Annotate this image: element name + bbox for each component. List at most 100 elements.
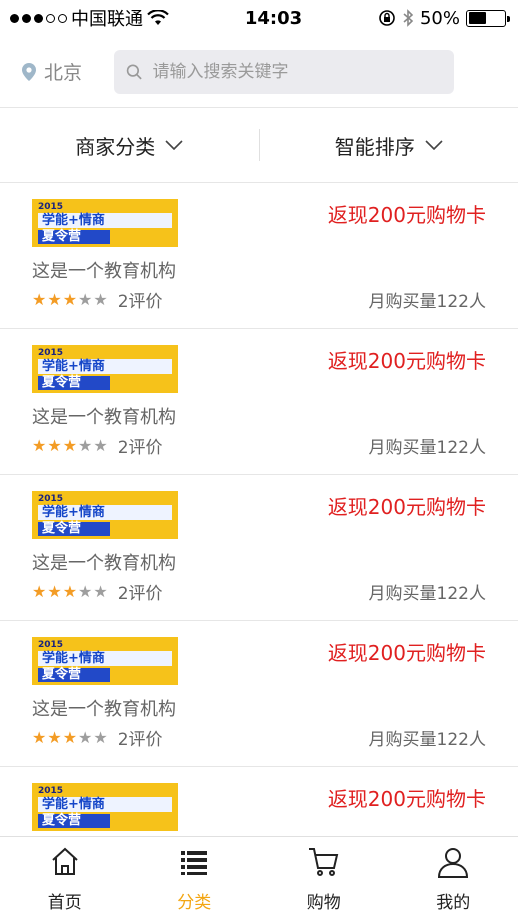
category-filter-label: 商家分类: [75, 134, 156, 159]
merchant-description: 这是一个教育机构: [32, 553, 176, 574]
star-icon: ★: [47, 436, 62, 455]
star-rating: ★ ★ ★ ★ ★: [32, 290, 108, 309]
battery-icon: [466, 9, 510, 27]
star-icon: ★: [93, 728, 108, 747]
monthly-sales: 月购买量122人: [368, 584, 486, 604]
city-selector[interactable]: 北京: [22, 58, 114, 85]
status-bar: 中国联通 14:03 50%: [0, 0, 518, 36]
sort-filter-label: 智能排序: [334, 134, 415, 159]
thumbnail-caption-bottom: 夏令营: [38, 814, 110, 828]
chevron-down-icon: [165, 140, 183, 150]
merchant-thumbnail: 2015 学能+情商 夏令营: [32, 783, 178, 831]
star-icon: ★: [93, 436, 108, 455]
filter-bar: 商家分类 智能排序: [0, 108, 518, 183]
review-count: 2评价: [117, 584, 163, 604]
list-item[interactable]: 2015 学能+情商 夏令营 返现200元购物卡: [0, 767, 518, 836]
monthly-sales: 月购买量122人: [368, 438, 486, 458]
thumbnail-caption-middle: 学能+情商: [38, 797, 172, 812]
merchant-list: 2015 学能+情商 夏令营 返现200元购物卡 这是一个教育机构 ★ ★ ★ ★ ★ …: [0, 183, 518, 836]
signal-dot: [46, 13, 55, 23]
star-icon: ★: [78, 582, 93, 601]
tab-list[interactable]: 分类: [130, 837, 260, 920]
thumbnail-caption-bottom: 夏令营: [38, 668, 110, 682]
review-count: 2评价: [117, 730, 163, 750]
tab-home[interactable]: 首页: [0, 837, 130, 920]
tab-label: 购物: [306, 892, 341, 913]
category-filter-button[interactable]: 商家分类: [0, 131, 259, 160]
wifi-icon: [147, 10, 169, 25]
city-label: 北京: [44, 62, 83, 84]
list-item[interactable]: 2015 学能+情商 夏令营 返现200元购物卡 这是一个教育机构 ★ ★ ★ ★ ★ …: [0, 329, 518, 475]
star-icon: ★: [78, 728, 93, 747]
star-icon: ★: [32, 290, 47, 309]
thumbnail-caption-bottom: 夏令营: [38, 230, 110, 244]
thumbnail-caption-middle: 学能+情商: [38, 359, 172, 374]
tab-label: 我的: [436, 892, 471, 913]
tab-user[interactable]: 我的: [389, 837, 518, 920]
merchant-thumbnail: 2015 学能+情商 夏令营: [32, 491, 178, 539]
signal-icon: [10, 13, 67, 23]
star-icon: ★: [93, 290, 108, 309]
app-screen: 中国联通 14:03 50% 北京 请输入搜索关键字 商家分类 智能排序 201…: [0, 0, 518, 920]
rating-row: ★ ★ ★ ★ ★ 2评价: [32, 433, 163, 458]
signal-dot: [10, 13, 19, 23]
rating-row: ★ ★ ★ ★ ★ 2评价: [32, 579, 163, 604]
star-icon: ★: [47, 728, 62, 747]
promo-text: 返现200元购物卡: [327, 203, 486, 227]
review-count: 2评价: [117, 438, 163, 458]
merchant-description: 这是一个教育机构: [32, 261, 176, 282]
star-icon: ★: [62, 290, 78, 309]
star-icon: ★: [32, 728, 47, 747]
star-icon: ★: [47, 582, 62, 601]
monthly-sales: 月购买量122人: [368, 292, 486, 312]
location-pin-icon: [22, 62, 36, 81]
promo-text: 返现200元购物卡: [327, 641, 486, 665]
thumbnail-caption-bottom: 夏令营: [38, 376, 110, 390]
list-icon: [177, 845, 211, 884]
chevron-down-icon: [425, 140, 443, 150]
star-icon: ★: [78, 436, 93, 455]
signal-dot: [58, 13, 67, 23]
status-right: 50%: [378, 8, 510, 29]
search-icon: [126, 63, 142, 79]
tab-label: 首页: [47, 892, 82, 913]
review-count: 2评价: [117, 292, 163, 312]
star-icon: ★: [62, 436, 78, 455]
tab-cart[interactable]: 购物: [259, 837, 389, 920]
star-rating: ★ ★ ★ ★ ★: [32, 582, 108, 601]
promo-text: 返现200元购物卡: [327, 787, 486, 811]
merchant-thumbnail: 2015 学能+情商 夏令营: [32, 345, 178, 393]
search-input[interactable]: [152, 61, 442, 82]
star-icon: ★: [47, 290, 62, 309]
star-rating: ★ ★ ★ ★ ★: [32, 728, 108, 747]
star-icon: ★: [62, 728, 78, 747]
user-icon: [436, 845, 470, 884]
merchant-description: 这是一个教育机构: [32, 699, 176, 720]
star-icon: ★: [32, 436, 47, 455]
thumbnail-caption-middle: 学能+情商: [38, 213, 172, 228]
tab-label: 分类: [177, 892, 212, 913]
star-icon: ★: [78, 290, 93, 309]
battery-level: [468, 12, 486, 24]
star-icon: ★: [93, 582, 108, 601]
thumbnail-caption-middle: 学能+情商: [38, 505, 172, 520]
rating-row: ★ ★ ★ ★ ★ 2评价: [32, 287, 163, 312]
list-item[interactable]: 2015 学能+情商 夏令营 返现200元购物卡 这是一个教育机构 ★ ★ ★ ★ ★ …: [0, 621, 518, 767]
bluetooth-icon: [403, 9, 414, 27]
carrier-name: 中国联通: [71, 9, 143, 30]
home-icon: [48, 845, 82, 884]
cart-icon: [307, 845, 341, 884]
search-box[interactable]: [114, 49, 454, 94]
list-item[interactable]: 2015 学能+情商 夏令营 返现200元购物卡 这是一个教育机构 ★ ★ ★ ★ ★ …: [0, 475, 518, 621]
star-icon: ★: [32, 582, 47, 601]
thumbnail-caption-middle: 学能+情商: [38, 651, 172, 666]
search-header: 北京: [0, 36, 518, 108]
signal-dot: [22, 13, 31, 23]
clock: 14:03: [244, 7, 303, 29]
rotation-lock-icon: [379, 10, 395, 26]
promo-text: 返现200元购物卡: [327, 495, 486, 519]
star-rating: ★ ★ ★ ★ ★: [32, 436, 108, 455]
status-left: 中国联通: [10, 5, 169, 31]
sort-filter-button[interactable]: 智能排序: [260, 131, 518, 160]
list-item[interactable]: 2015 学能+情商 夏令营 返现200元购物卡 这是一个教育机构 ★ ★ ★ ★ ★ …: [0, 183, 518, 329]
